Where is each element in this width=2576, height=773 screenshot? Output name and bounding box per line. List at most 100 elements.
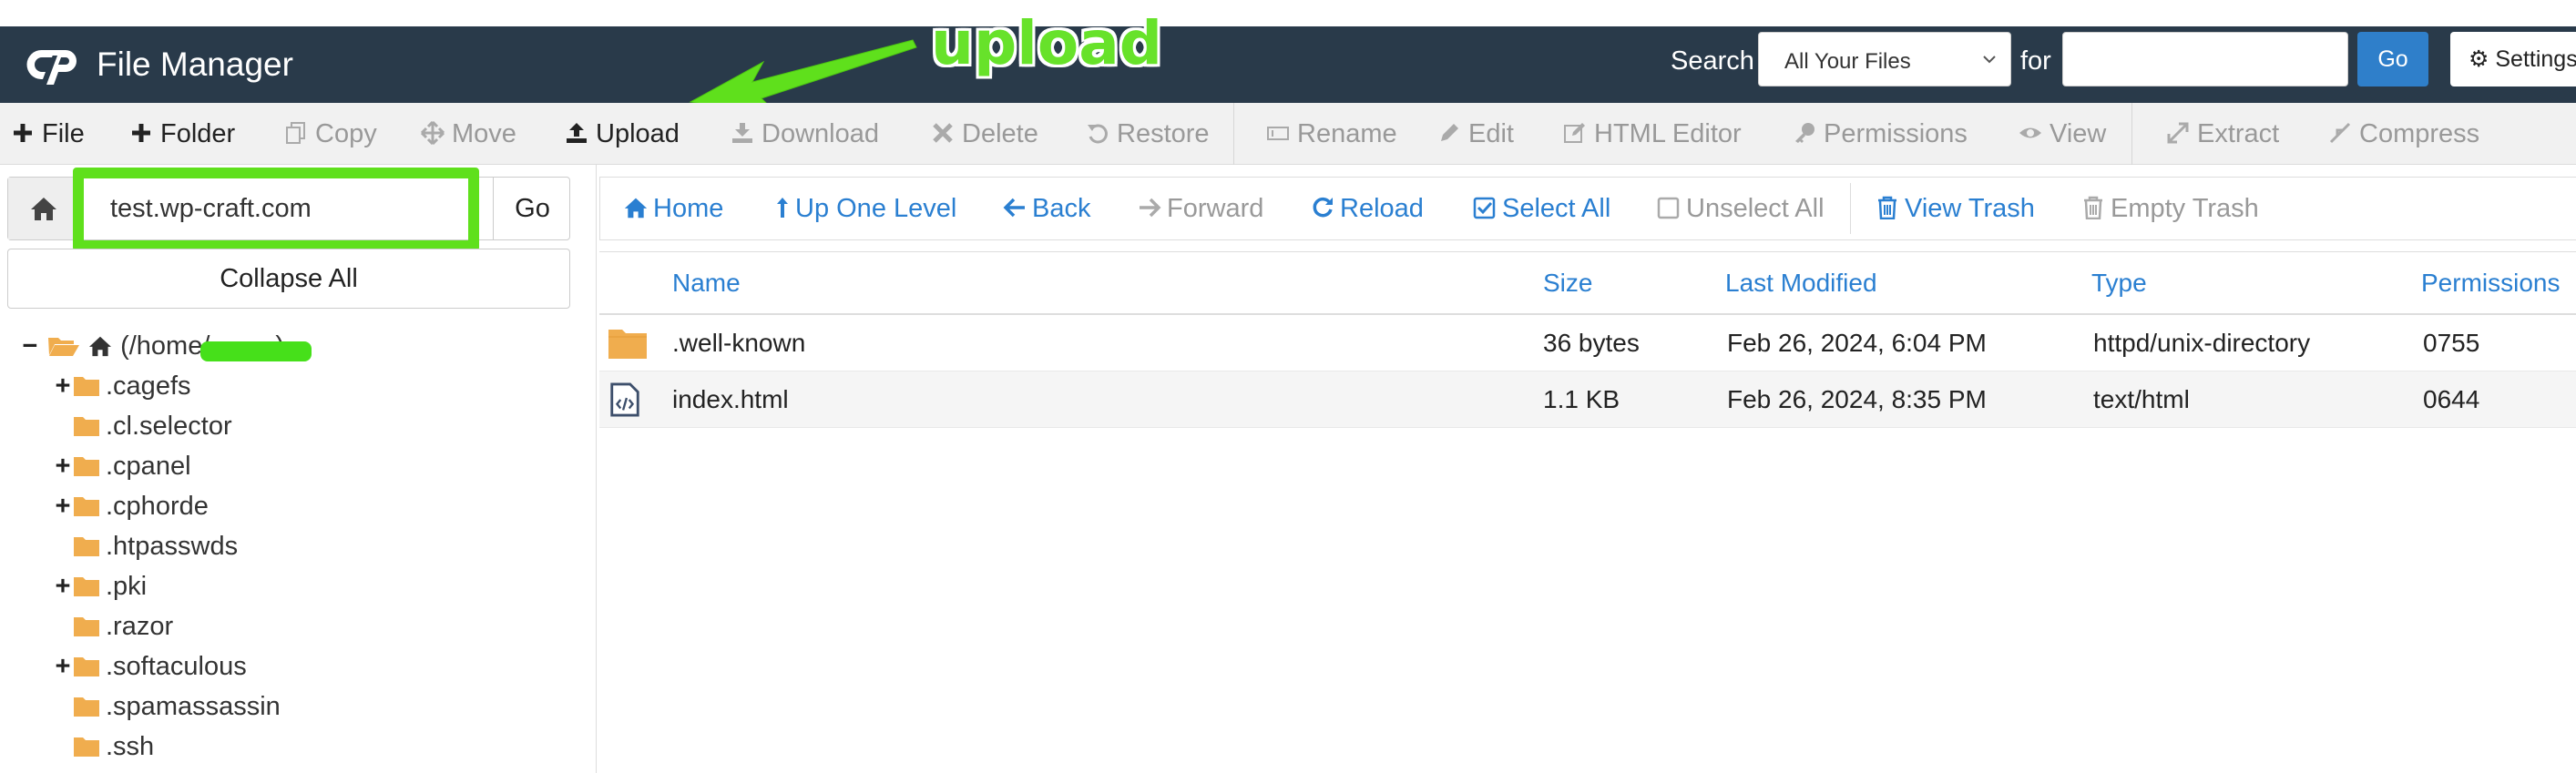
tree-item-label: .cl.selector	[106, 412, 232, 441]
folder-icon	[74, 417, 99, 436]
edit-button[interactable]: Edit	[1437, 103, 1514, 165]
tree-item-label: .spamassassin	[106, 692, 281, 721]
expand-toggle-icon[interactable]: +	[53, 486, 73, 526]
tree-item-label: .razor	[106, 612, 174, 641]
settings-button[interactable]: ⚙ Settings	[2450, 32, 2576, 86]
nav-reload-button[interactable]: Reload	[1311, 178, 1424, 239]
tree-item[interactable]: .htpasswds	[53, 526, 238, 566]
permissions-button[interactable]: Permissions	[1793, 103, 1968, 165]
toolbar-label: Folder	[160, 119, 236, 148]
tree-item[interactable]: + .cpanel	[53, 446, 191, 486]
cpanel-logo-icon[interactable]	[22, 43, 82, 86]
nav-unselect-all-button[interactable]: Unselect All	[1657, 178, 1825, 239]
nav-view-trash-button[interactable]: View Trash	[1876, 178, 2035, 239]
tree-item-label: .pki	[106, 572, 148, 601]
tree-item[interactable]: + .cphorde	[53, 486, 209, 526]
arrow-right-icon	[1140, 198, 1161, 218]
redaction-mark	[200, 341, 312, 361]
nav-home-button[interactable]: Home	[624, 178, 723, 239]
collapse-all-button[interactable]: Collapse All	[7, 249, 570, 309]
copy-button[interactable]: Copy	[284, 103, 377, 165]
nav-select-all-button[interactable]: Select All	[1473, 178, 1610, 239]
toolbar-label: Rename	[1297, 119, 1397, 148]
search-scope-value: All Your Files	[1784, 49, 1911, 74]
file-table-header: Name Size Last Modified Type Permissions	[599, 251, 2576, 315]
for-label: for	[2020, 46, 2051, 76]
tree-item[interactable]: .spamassassin	[53, 687, 281, 727]
column-header-type[interactable]: Type	[2091, 252, 2147, 314]
path-go-button[interactable]: Go	[493, 178, 571, 239]
rename-button[interactable]: Rename	[1266, 103, 1397, 165]
restore-icon	[1088, 124, 1108, 144]
tree-item[interactable]: .razor	[53, 606, 173, 646]
reload-icon	[1313, 197, 1333, 218]
folder-icon	[74, 617, 99, 636]
collapse-toggle-icon[interactable]: −	[20, 326, 40, 366]
toolbar-label: Upload	[596, 119, 680, 148]
expand-toggle-icon[interactable]: +	[53, 446, 73, 486]
table-row[interactable]: index.html 1.1 KB Feb 26, 2024, 8:35 PM …	[599, 371, 2576, 428]
toolbar-label: Permissions	[1824, 119, 1968, 148]
toolbar-label: Download	[762, 119, 879, 148]
upload-button[interactable]: Upload	[565, 103, 680, 165]
delete-button[interactable]: Delete	[931, 103, 1038, 165]
expand-toggle-icon[interactable]: +	[53, 366, 73, 406]
search-input[interactable]	[2062, 32, 2348, 86]
tree-item-label: .cpanel	[106, 452, 191, 481]
file-name: .well-known	[672, 329, 806, 357]
nav-label: View Trash	[1905, 194, 2035, 223]
download-button[interactable]: Download	[731, 103, 879, 165]
path-home-button[interactable]	[8, 178, 79, 239]
column-header-size[interactable]: Size	[1543, 252, 1592, 314]
edit-box-icon	[1564, 123, 1585, 143]
nav-label: Back	[1032, 194, 1091, 223]
nav-label: Empty Trash	[2111, 194, 2259, 223]
search-go-button[interactable]: Go	[2357, 32, 2428, 86]
nav-label: Forward	[1167, 194, 1264, 223]
table-row[interactable]: .well-known 36 bytes Feb 26, 2024, 6:04 …	[599, 315, 2576, 371]
compress-button[interactable]: Compress	[2328, 103, 2479, 165]
arrow-left-icon	[1003, 198, 1025, 218]
column-header-permissions[interactable]: Permissions	[2421, 252, 2560, 314]
tree-item-label: .cphorde	[106, 492, 209, 521]
plus-icon	[132, 124, 150, 142]
tree-item[interactable]: + .pki	[53, 566, 148, 606]
toolbar-label: Move	[452, 119, 516, 148]
nav-forward-button[interactable]: Forward	[1138, 178, 1263, 239]
folder-icon	[74, 657, 99, 676]
folder-icon	[608, 330, 647, 359]
expand-toggle-icon[interactable]: +	[53, 566, 73, 606]
html-editor-button[interactable]: HTML Editor	[1563, 103, 1742, 165]
nav-label: Select All	[1502, 194, 1611, 223]
file-type: httpd/unix-directory	[2093, 329, 2311, 357]
extract-button[interactable]: Extract	[2166, 103, 2279, 165]
upload-icon	[567, 123, 587, 143]
restore-button[interactable]: Restore	[1086, 103, 1210, 165]
toolbar-label: Restore	[1117, 119, 1210, 148]
top-header: File Manager Search All Your Files for G…	[0, 26, 2576, 103]
expand-toggle-icon[interactable]: +	[53, 646, 73, 687]
level-up-icon	[777, 198, 788, 218]
new-file-button[interactable]: File	[11, 103, 85, 165]
move-button[interactable]: Move	[421, 103, 516, 165]
column-header-last-modified[interactable]: Last Modified	[1725, 252, 1877, 314]
move-icon	[421, 121, 445, 145]
search-scope-select[interactable]: All Your Files	[1758, 32, 2011, 86]
tree-item[interactable]: .cl.selector	[53, 406, 232, 446]
checkbox-checked-icon	[1473, 197, 1496, 219]
view-button[interactable]: View	[2019, 103, 2106, 165]
nav-empty-trash-button[interactable]: Empty Trash	[2081, 178, 2259, 239]
toolbar-label: Delete	[962, 119, 1038, 148]
new-folder-button[interactable]: Folder	[129, 103, 235, 165]
nav-up-one-level-button[interactable]: Up One Level	[775, 178, 956, 239]
nav-back-button[interactable]: Back	[1003, 178, 1090, 239]
file-modified: Feb 26, 2024, 6:04 PM	[1727, 329, 1987, 357]
tree-item[interactable]: .ssh	[53, 727, 154, 767]
tree-item[interactable]: + .softaculous	[53, 646, 247, 687]
home-icon	[89, 336, 112, 357]
tree-item-label: .softaculous	[106, 652, 247, 681]
column-header-name[interactable]: Name	[672, 252, 741, 314]
rename-icon	[1267, 127, 1289, 140]
toolbar-label: View	[2050, 119, 2107, 148]
tree-item[interactable]: + .cagefs	[53, 366, 191, 406]
